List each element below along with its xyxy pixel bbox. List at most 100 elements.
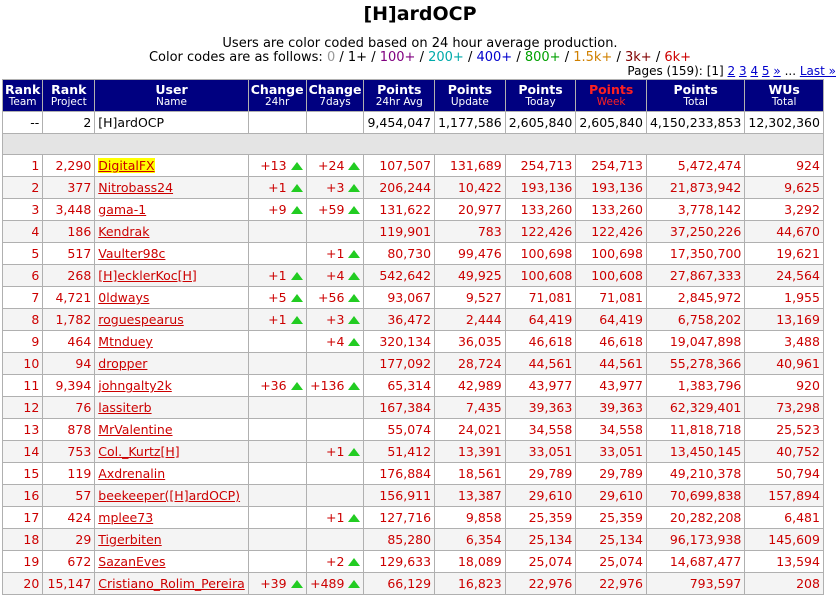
pagination-next[interactable]: »: [773, 64, 780, 78]
cell-points-update: 20,977: [434, 198, 506, 221]
cell-points-week: 100,608: [575, 264, 647, 287]
change-value: +136: [310, 378, 345, 393]
user-link[interactable]: Kendrak: [98, 224, 149, 239]
user-link[interactable]: [H]ecklerKoc[H]: [98, 268, 197, 283]
cell-points-week: 133,260: [575, 198, 647, 221]
cell-points-24hr-avg: 127,716: [363, 506, 436, 529]
cell-points-update: 99,476: [434, 242, 506, 265]
user-link[interactable]: Nitrobass24: [98, 180, 173, 195]
pagination-link-2[interactable]: 2: [728, 64, 736, 78]
header-wus-total[interactable]: WUs Total: [744, 79, 824, 112]
cell-points-week: 25,134: [575, 528, 647, 551]
user-link[interactable]: Mtnduey: [98, 334, 153, 349]
user-link[interactable]: DigitalFX: [98, 158, 155, 173]
cell-points-week: 193,136: [575, 176, 647, 199]
table-row: 15 119 Axdrenalin 176,884 18,561 29,789 29,789…: [1, 462, 824, 485]
user-link[interactable]: johngalty2k: [98, 378, 172, 393]
user-link[interactable]: beekeeper([H]ardOCP): [98, 488, 240, 503]
cell-points-today: 22,976: [504, 572, 577, 595]
cell-points-total: 55,278,366: [645, 352, 746, 375]
header-user-name[interactable]: User Name: [94, 79, 249, 112]
cell-points-week: 64,419: [575, 308, 647, 331]
cell-change-7days: +3: [305, 308, 365, 331]
user-link[interactable]: dropper: [98, 356, 147, 371]
cell-points-24hr-avg: 85,280: [363, 528, 436, 551]
cell-points-24hr-avg: 36,472: [363, 308, 436, 331]
cell-user-name: Kendrak: [94, 220, 249, 243]
cell-points-week: 44,561: [575, 352, 647, 375]
cell-points-24hr-avg: 107,507: [363, 154, 436, 177]
pagination-link-5[interactable]: 5: [762, 64, 770, 78]
cell-points-update: 6,354: [434, 528, 506, 551]
cell-change-24hr: +5: [247, 286, 307, 309]
cell-user-name: 0ldways: [94, 286, 249, 309]
user-link[interactable]: Tigerbiten: [98, 532, 161, 547]
user-link[interactable]: roguespearus: [98, 312, 183, 327]
cell-points-update: 10,422: [434, 176, 506, 199]
cell-rank-team: 5: [1, 242, 44, 265]
user-link[interactable]: Cristiano_Rolim_Pereira: [98, 576, 244, 591]
user-link[interactable]: lassiterb: [98, 400, 151, 415]
cell-points-update: 28,724: [434, 352, 506, 375]
pagination-last[interactable]: Last »: [800, 64, 836, 78]
cell-wus-total: 44,670: [744, 220, 824, 243]
cell-points-24hr-avg: 320,134: [363, 330, 436, 353]
user-link[interactable]: mplee73: [98, 510, 153, 525]
pagination-link-3[interactable]: 3: [739, 64, 747, 78]
pagination-link-4[interactable]: 4: [750, 64, 758, 78]
user-link[interactable]: 0ldways: [98, 290, 149, 305]
cell-rank-team: 10: [1, 352, 44, 375]
arrow-up-icon: [348, 315, 361, 324]
user-link[interactable]: Vaulter98c: [98, 246, 165, 261]
header-rank-team[interactable]: Rank Team: [1, 79, 44, 112]
cell-rank-project: 753: [42, 440, 96, 463]
header-change-7days[interactable]: Change 7days: [305, 79, 365, 112]
table-row: 18 29 Tigerbiten 85,280 6,354 25,134 25,134 96,…: [1, 528, 824, 551]
cell-points-today: 254,713: [504, 154, 577, 177]
cell-points-24hr-avg: 119,901: [363, 220, 436, 243]
color-code-item: 3k+: [624, 50, 652, 65]
user-link[interactable]: SazanEves: [98, 554, 165, 569]
cell-points-week: 43,977: [575, 374, 647, 397]
cell-points-update: 13,387: [434, 484, 506, 507]
cell-change-7days: +1: [305, 506, 365, 529]
arrow-up-icon: [290, 183, 303, 192]
cell-user-name: DigitalFX: [94, 154, 249, 177]
cell-wus-total: 9,625: [744, 176, 824, 199]
cell-points-week: 100,698: [575, 242, 647, 265]
user-link[interactable]: gama-1: [98, 202, 146, 217]
cell-points-24hr-avg: 176,884: [363, 462, 436, 485]
header-points-week[interactable]: Points Week: [575, 79, 647, 112]
cell-points-total: 2,845,972: [645, 286, 746, 309]
header-points-today[interactable]: Points Today: [504, 79, 577, 112]
team-points-total: 4,150,233,853: [645, 111, 746, 134]
cell-user-name: mplee73: [94, 506, 249, 529]
cell-rank-team: 18: [1, 528, 44, 551]
cell-rank-team: 1: [1, 154, 44, 177]
cell-points-total: 17,350,700: [645, 242, 746, 265]
header-points-total[interactable]: Points Total: [645, 79, 746, 112]
cell-rank-team: 19: [1, 550, 44, 573]
cell-change-24hr: +36: [247, 374, 307, 397]
user-link[interactable]: Col._Kurtz[H]: [98, 444, 179, 459]
user-link[interactable]: Axdrenalin: [98, 466, 165, 481]
arrow-up-icon: [348, 513, 361, 522]
cell-rank-project: 377: [42, 176, 96, 199]
cell-rank-project: 119: [42, 462, 96, 485]
cell-points-total: 11,818,718: [645, 418, 746, 441]
cell-points-week: 29,610: [575, 484, 647, 507]
cell-points-week: 254,713: [575, 154, 647, 177]
header-points-update[interactable]: Points Update: [434, 79, 506, 112]
cell-wus-total: 208: [744, 572, 824, 595]
cell-rank-team: 16: [1, 484, 44, 507]
header-points-24hr-avg[interactable]: Points 24hr Avg: [363, 79, 436, 112]
cell-wus-total: 25,523: [744, 418, 824, 441]
cell-change-24hr: [247, 352, 307, 375]
cell-rank-project: 29: [42, 528, 96, 551]
user-link[interactable]: MrValentine: [98, 422, 172, 437]
header-change-24hr[interactable]: Change 24hr: [247, 79, 307, 112]
team-points-week: 2,605,840: [575, 111, 647, 134]
cell-wus-total: 3,292: [744, 198, 824, 221]
color-code-item: 200+: [428, 50, 464, 65]
header-rank-project[interactable]: Rank Project: [42, 79, 96, 112]
